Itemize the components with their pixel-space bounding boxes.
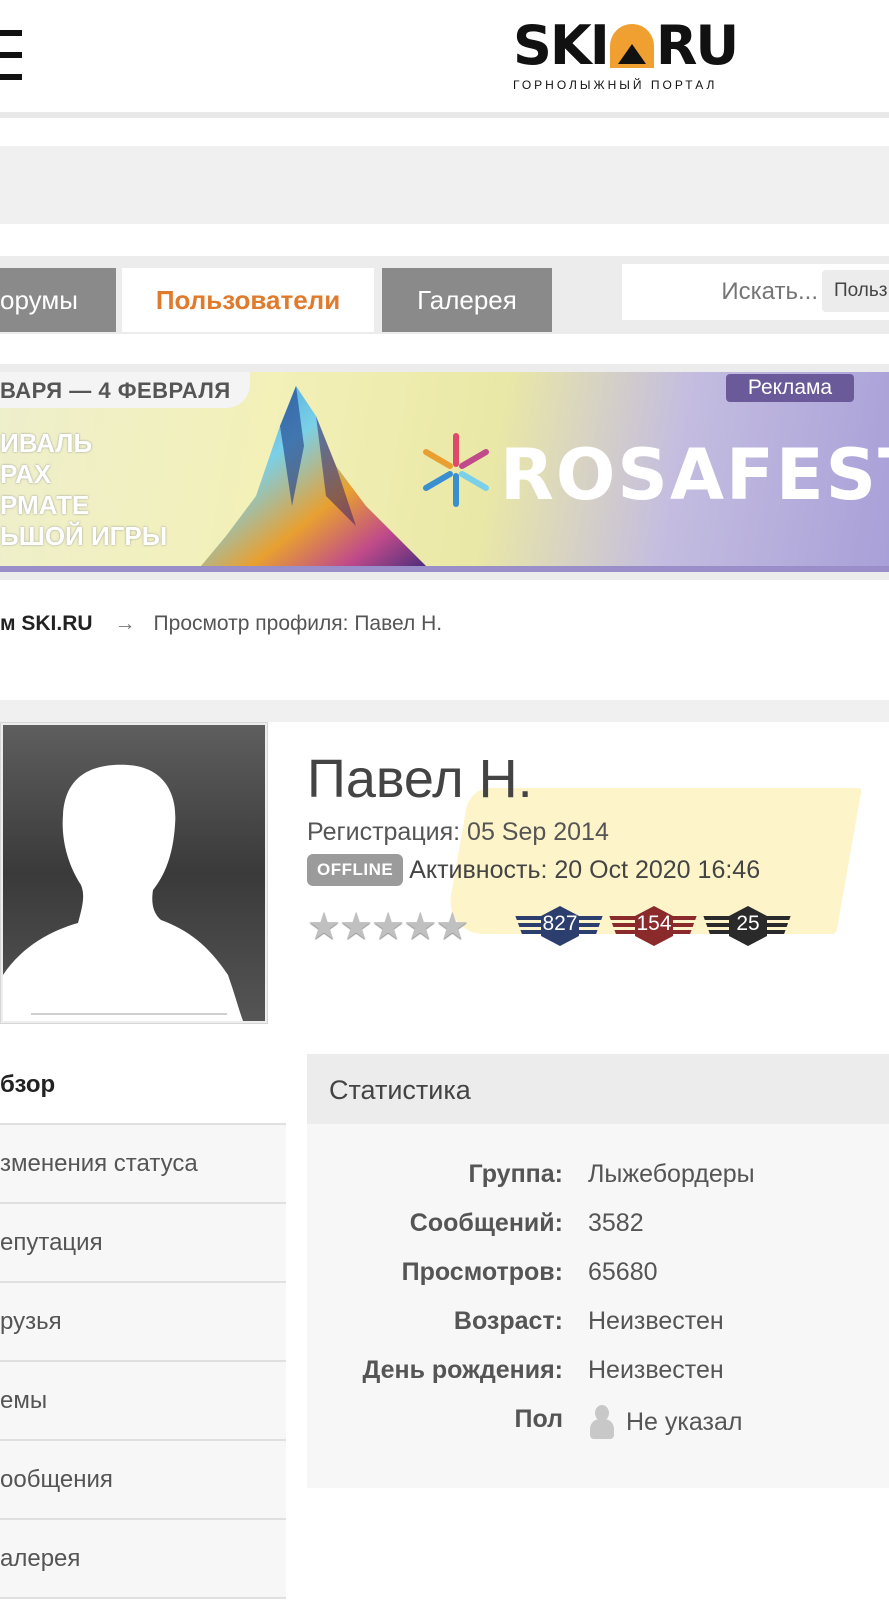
stat-row-views: Просмотров: 65680	[307, 1258, 889, 1298]
ad-banner-container: ВАРЯ — 4 ФЕВРАЛЯ ИВАЛЬ РАХ РМАТЕ ЬШОЙ ИГ…	[0, 364, 889, 580]
default-avatar-silhouette-icon	[3, 764, 243, 1021]
star-icon: ★	[307, 906, 342, 948]
badge-count: 827	[542, 912, 578, 935]
stat-label: Пол	[514, 1405, 564, 1433]
registration-info: Регистрация: 05 Sep 2014	[307, 818, 609, 847]
mountain-logo-icon	[609, 24, 654, 68]
sidebar-item-friends[interactable]: рузья	[0, 1283, 286, 1362]
stat-row-birthday: День рождения: Неизвестен	[307, 1356, 889, 1396]
banner-text: ИВАЛЬ РАХ РМАТЕ ЬШОЙ ИГРЫ	[0, 428, 167, 552]
site-logo[interactable]: SKI RU ГОРНОЛЫЖНЫЙ ПОРТАЛ	[513, 14, 753, 96]
ad-banner[interactable]: ВАРЯ — 4 ФЕВРАЛЯ ИВАЛЬ РАХ РМАТЕ ЬШОЙ ИГ…	[0, 372, 889, 572]
stat-value[interactable]: Лыжебордеры	[588, 1160, 755, 1189]
ad-label: Реклама	[726, 374, 854, 402]
registration-label: Регистрация:	[307, 818, 461, 846]
sidebar-item-reputation[interactable]: епутация	[0, 1204, 286, 1283]
stats-panel: Статистика Группа: Лыжебордеры Сообщений…	[307, 1054, 889, 1488]
badge-medal-icon[interactable]: 827	[515, 904, 603, 948]
banner-logo-text: ROSAFEST	[500, 434, 889, 516]
banner-line: РМАТЕ	[0, 490, 90, 520]
stat-label: Группа:	[468, 1160, 564, 1188]
registration-date: 05 Sep 2014	[467, 818, 609, 846]
rosafest-star-icon	[423, 433, 489, 507]
person-icon	[588, 1405, 616, 1439]
star-icon: ★	[435, 906, 470, 948]
rating-stars: ★ ★ ★ ★ ★	[307, 906, 470, 948]
search-box: Польз	[622, 264, 889, 320]
badge-medal-icon[interactable]: 25	[703, 904, 791, 948]
breadcrumb-current: Просмотр профиля: Павел Н.	[153, 612, 443, 635]
stat-label: День рождения:	[362, 1356, 563, 1384]
badge-medal-icon[interactable]: 154	[609, 904, 697, 948]
gender-value: Не указал	[626, 1407, 743, 1436]
banner-line: РАХ	[0, 459, 52, 489]
badge-count: 25	[736, 912, 760, 935]
logo-text-left: SKI	[513, 14, 610, 77]
menu-icon[interactable]	[0, 30, 22, 80]
breadcrumb: м SKI.RU → Просмотр профиля: Павел Н.	[0, 612, 442, 636]
breadcrumb-home-link[interactable]: м SKI.RU	[0, 612, 93, 635]
stat-row-group: Группа: Лыжебордеры	[307, 1160, 889, 1200]
tab-forums[interactable]: орумы	[0, 268, 116, 332]
section-divider	[0, 700, 889, 722]
sidebar-item-posts[interactable]: ообщения	[0, 1441, 286, 1520]
sidebar-item-overview[interactable]: бзор	[0, 1046, 286, 1125]
stat-row-age: Возраст: Неизвестен	[307, 1307, 889, 1347]
search-input[interactable]	[622, 264, 822, 320]
logo-tagline: ГОРНОЛЫЖНЫЙ ПОРТАЛ	[513, 78, 718, 92]
avatar[interactable]	[3, 725, 265, 1021]
site-header: SKI RU ГОРНОЛЫЖНЫЙ ПОРТАЛ	[0, 0, 889, 118]
profile-sidebar: бзор зменения статуса епутация рузья емы…	[0, 1046, 286, 1599]
stat-value: 3582	[588, 1209, 644, 1237]
sidebar-item-topics[interactable]: емы	[0, 1362, 286, 1441]
star-icon: ★	[403, 906, 438, 948]
stat-value-gender: Не указал	[588, 1405, 742, 1439]
star-icon: ★	[371, 906, 406, 948]
stat-label: Возраст:	[453, 1307, 563, 1335]
stat-value: Неизвестен	[588, 1356, 724, 1384]
status-badge: OFFLINE	[307, 854, 404, 886]
main-nav: орумы Пользователи Галерея Польз	[0, 256, 889, 334]
stat-row-gender: Пол Не указал	[307, 1405, 889, 1445]
tab-gallery[interactable]: Галерея	[382, 268, 552, 332]
logo-text-right: RU	[655, 14, 739, 77]
header-spacer	[0, 146, 889, 224]
mountain-illustration	[201, 386, 426, 566]
badge-count: 154	[636, 912, 672, 935]
profile-name: Павел Н.	[307, 749, 533, 809]
sidebar-item-gallery[interactable]: алерея	[0, 1520, 286, 1599]
banner-line: ИВАЛЬ	[0, 428, 93, 458]
sidebar-item-status-changes[interactable]: зменения статуса	[0, 1125, 286, 1204]
star-icon: ★	[339, 906, 374, 948]
profile-card: Павел Н. Регистрация: 05 Sep 2014 OFFLIN…	[287, 722, 889, 1032]
stat-label: Просмотров:	[401, 1258, 563, 1286]
tab-users[interactable]: Пользователи	[122, 268, 374, 332]
avatar-frame	[0, 722, 268, 1024]
breadcrumb-arrow-icon: →	[114, 612, 136, 635]
status-row: OFFLINE Активность: 20 Oct 2020 16:46	[307, 854, 760, 886]
stat-value: Неизвестен	[588, 1307, 724, 1335]
stat-value: 65680	[588, 1258, 658, 1286]
banner-line: ЬШОЙ ИГРЫ	[0, 521, 168, 551]
search-scope-select[interactable]: Польз	[822, 270, 889, 312]
stat-row-posts: Сообщений: 3582	[307, 1209, 889, 1249]
last-activity: Активность: 20 Oct 2020 16:46	[409, 855, 761, 884]
stats-title: Статистика	[307, 1054, 889, 1124]
stat-label: Сообщений:	[409, 1209, 563, 1237]
